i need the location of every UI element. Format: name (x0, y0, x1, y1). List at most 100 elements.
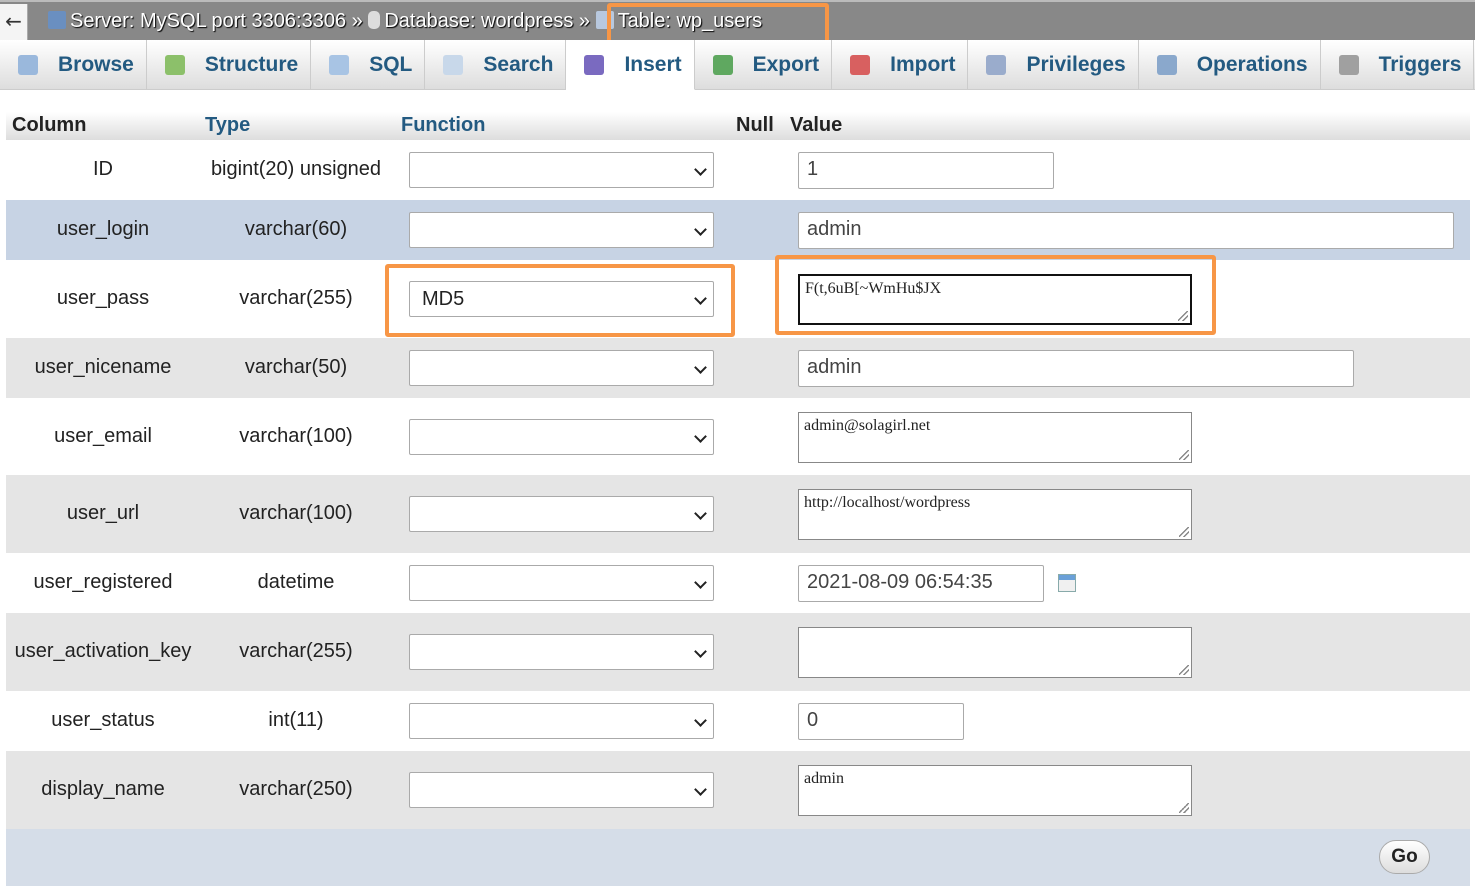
column-type: varchar(100) (239, 502, 353, 524)
tab-label: Triggers (1378, 53, 1462, 76)
breadcrumb-database[interactable]: Database: wordpress (384, 10, 573, 32)
table-row: user_activation_key varchar(255) (6, 613, 1470, 691)
breadcrumb-server[interactable]: Server: MySQL port 3306:3306 (70, 10, 346, 32)
structure-icon (164, 55, 185, 75)
function-select[interactable] (409, 152, 714, 188)
column-name: user_pass (56, 287, 150, 309)
tab-label: Privileges (1026, 53, 1126, 76)
tab-operations[interactable]: Operations (1139, 40, 1321, 90)
column-type: bigint(20) unsigned (210, 158, 382, 180)
wrench-icon (1156, 55, 1177, 75)
database-icon (368, 11, 381, 29)
header-value: Value (790, 114, 843, 136)
column-type: varchar(60) (244, 218, 348, 240)
function-select[interactable] (409, 772, 714, 808)
column-type: int(11) (268, 709, 324, 731)
column-type: varchar(50) (244, 356, 348, 378)
table-row: user_registered datetime 2021-08-09 06:5… (6, 553, 1470, 613)
sql-icon (329, 55, 350, 75)
table-row: user_login varchar(60) admin (6, 200, 1470, 260)
back-arrow-icon[interactable]: ← (0, 4, 28, 40)
value-textarea[interactable]: admin@solagirl.net (798, 411, 1192, 463)
column-type: varchar(255) (239, 287, 353, 309)
tab-privileges[interactable]: Privileges (968, 40, 1139, 90)
tab-browse[interactable]: Browse (0, 40, 147, 90)
value-text: admin@solagirl.net (804, 416, 931, 434)
header-type[interactable]: Type (205, 114, 250, 137)
function-select[interactable] (409, 418, 714, 455)
tab-sql[interactable]: SQL (311, 40, 426, 90)
chevron-down-icon (694, 361, 707, 374)
column-name: user_email (54, 424, 152, 447)
function-select[interactable] (409, 634, 714, 670)
chevron-down-icon (694, 223, 707, 236)
function-select[interactable] (409, 212, 714, 248)
value-textarea[interactable]: http://localhost/wordpress (798, 489, 1192, 540)
function-select[interactable] (409, 703, 714, 739)
value-input[interactable]: 0 (798, 703, 964, 740)
insert-icon (584, 54, 605, 75)
value-text: http://localhost/wordpress (804, 494, 971, 511)
value-text: admin (804, 770, 844, 787)
tab-label: Structure (204, 53, 299, 76)
chevron-down-icon (694, 163, 707, 176)
tab-search[interactable]: Search (425, 40, 567, 90)
chevron-down-icon (694, 576, 707, 589)
column-name: user_registered (33, 571, 173, 593)
table-row: ID bigint(20) unsigned 1 (6, 140, 1470, 200)
tab-insert[interactable]: Insert (566, 40, 695, 90)
form-footer: Go (6, 829, 1470, 886)
value-textarea[interactable]: admin (798, 765, 1192, 816)
column-type: varchar(255) (239, 640, 353, 662)
chevron-down-icon (694, 507, 707, 520)
table-row: user_url varchar(100) http://localhost/w… (6, 475, 1470, 553)
search-icon (443, 55, 464, 75)
tab-label: Operations (1196, 53, 1308, 76)
go-button[interactable]: Go (1379, 840, 1430, 874)
triggers-icon (1338, 55, 1359, 75)
export-icon (712, 55, 733, 75)
value-input[interactable]: admin (798, 350, 1354, 387)
table-row: user_email varchar(100) admin@solagirl.n… (6, 398, 1470, 475)
column-name: display_name (41, 778, 165, 800)
value-input[interactable]: 1 (798, 152, 1054, 189)
table-row: display_name varchar(250) admin (6, 751, 1470, 829)
tab-label: SQL (369, 53, 413, 76)
value-input[interactable]: admin (798, 212, 1454, 249)
table-row: user_pass varchar(255) MD5 F(t,6uB[~WmHu… (6, 260, 1470, 338)
column-name: user_status (51, 709, 155, 731)
browse-icon (18, 55, 38, 75)
column-name: user_nicename (34, 356, 172, 378)
column-type: datetime (257, 571, 335, 593)
tab-label: Export (752, 53, 820, 76)
tab-label: Insert (624, 52, 682, 76)
privileges-icon (986, 55, 1007, 75)
table-header: Column Type Function Null Value (6, 112, 1470, 140)
tab-triggers[interactable]: Triggers (1321, 40, 1475, 90)
column-name: user_activation_key (14, 640, 192, 662)
tab-label: Search (483, 53, 554, 76)
tab-structure[interactable]: Structure (147, 40, 312, 90)
header-function[interactable]: Function (401, 114, 485, 137)
value-textarea[interactable] (798, 627, 1192, 678)
calendar-icon[interactable] (1058, 574, 1076, 592)
breadcrumb-separator: » (351, 10, 363, 32)
column-name: ID (93, 158, 113, 180)
table-row: user_status int(11) 0 (6, 691, 1470, 751)
column-name: user_login (56, 218, 150, 240)
highlight-box (385, 264, 735, 337)
column-type: varchar(250) (239, 778, 353, 800)
header-null: Null (736, 114, 774, 136)
breadcrumb-separator: » (578, 10, 590, 32)
chevron-down-icon (694, 714, 707, 727)
tab-bar: Browse Structure SQL Search Insert Export Impo… (0, 40, 1475, 90)
chevron-down-icon (694, 429, 707, 443)
column-name: user_url (66, 502, 140, 524)
tab-export[interactable]: Export (695, 40, 833, 90)
function-select[interactable] (409, 496, 714, 532)
tab-import[interactable]: Import (832, 40, 969, 90)
function-select[interactable] (409, 350, 714, 386)
chevron-down-icon (694, 645, 707, 658)
value-input[interactable]: 2021-08-09 06:54:35 (798, 565, 1044, 602)
function-select[interactable] (409, 565, 714, 601)
